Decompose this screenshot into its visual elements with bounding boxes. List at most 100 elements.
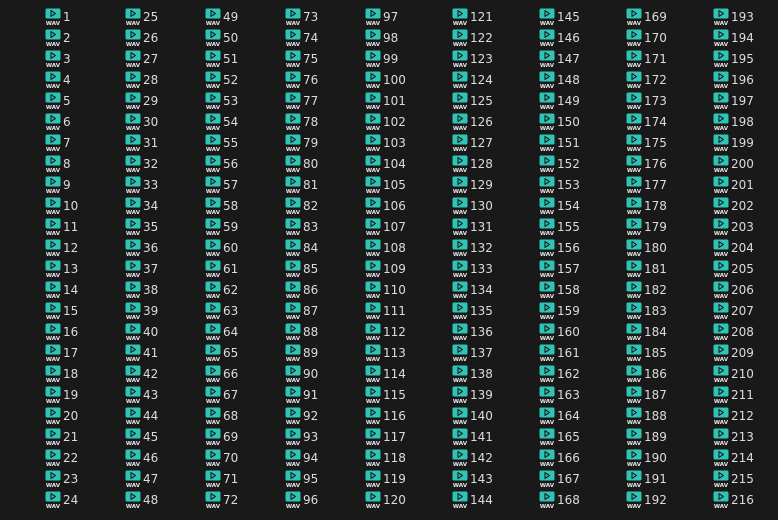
file-item[interactable]: WAV 152 (539, 154, 580, 174)
file-item[interactable]: WAV 81 (285, 175, 318, 195)
file-item[interactable]: WAV 53 (205, 91, 238, 111)
file-item[interactable]: WAV 116 (365, 406, 406, 426)
file-item[interactable]: WAV 18 (45, 364, 78, 384)
file-item[interactable]: WAV 2 (45, 28, 71, 48)
file-item[interactable]: WAV 210 (713, 364, 754, 384)
file-item[interactable]: WAV 145 (539, 7, 580, 27)
file-item[interactable]: WAV 173 (626, 91, 667, 111)
file-item[interactable]: WAV 176 (626, 154, 667, 174)
file-item[interactable]: WAV 149 (539, 91, 580, 111)
file-item[interactable]: WAV 76 (285, 70, 318, 90)
file-item[interactable]: WAV 122 (452, 28, 493, 48)
file-item[interactable]: WAV 118 (365, 448, 406, 468)
file-item[interactable]: WAV 192 (626, 490, 667, 510)
file-item[interactable]: WAV 105 (365, 175, 406, 195)
file-item[interactable]: WAV 28 (125, 70, 158, 90)
file-item[interactable]: WAV 50 (205, 28, 238, 48)
file-item[interactable]: WAV 130 (452, 196, 493, 216)
file-item[interactable]: WAV 85 (285, 259, 318, 279)
file-item[interactable]: WAV 10 (45, 196, 78, 216)
file-item[interactable]: WAV 89 (285, 343, 318, 363)
file-item[interactable]: WAV 182 (626, 280, 667, 300)
file-item[interactable]: WAV 68 (205, 406, 238, 426)
file-item[interactable]: WAV 185 (626, 343, 667, 363)
file-item[interactable]: WAV 206 (713, 280, 754, 300)
file-item[interactable]: WAV 21 (45, 427, 78, 447)
file-item[interactable]: WAV 174 (626, 112, 667, 132)
file-item[interactable]: WAV 190 (626, 448, 667, 468)
file-item[interactable]: WAV 201 (713, 175, 754, 195)
file-item[interactable]: WAV 82 (285, 196, 318, 216)
file-item[interactable]: WAV 6 (45, 112, 71, 132)
file-item[interactable]: WAV 63 (205, 301, 238, 321)
file-item[interactable]: WAV 98 (365, 28, 398, 48)
file-item[interactable]: WAV 148 (539, 70, 580, 90)
file-item[interactable]: WAV 123 (452, 49, 493, 69)
file-item[interactable]: WAV 135 (452, 301, 493, 321)
file-item[interactable]: WAV 42 (125, 364, 158, 384)
file-item[interactable]: WAV 191 (626, 469, 667, 489)
file-item[interactable]: WAV 198 (713, 112, 754, 132)
file-item[interactable]: WAV 112 (365, 322, 406, 342)
file-item[interactable]: WAV 159 (539, 301, 580, 321)
file-item[interactable]: WAV 151 (539, 133, 580, 153)
file-item[interactable]: WAV 9 (45, 175, 71, 195)
file-item[interactable]: WAV 70 (205, 448, 238, 468)
file-item[interactable]: WAV 74 (285, 28, 318, 48)
file-item[interactable]: WAV 61 (205, 259, 238, 279)
file-item[interactable]: WAV 103 (365, 133, 406, 153)
file-item[interactable]: WAV 90 (285, 364, 318, 384)
file-item[interactable]: WAV 92 (285, 406, 318, 426)
file-item[interactable]: WAV 156 (539, 238, 580, 258)
file-item[interactable]: WAV 213 (713, 427, 754, 447)
file-item[interactable]: WAV 3 (45, 49, 71, 69)
file-item[interactable]: WAV 204 (713, 238, 754, 258)
file-item[interactable]: WAV 72 (205, 490, 238, 510)
file-item[interactable]: WAV 71 (205, 469, 238, 489)
file-item[interactable]: WAV 31 (125, 133, 158, 153)
file-item[interactable]: WAV 162 (539, 364, 580, 384)
file-item[interactable]: WAV 35 (125, 217, 158, 237)
file-item[interactable]: WAV 60 (205, 238, 238, 258)
file-item[interactable]: WAV 7 (45, 133, 71, 153)
file-item[interactable]: WAV 120 (365, 490, 406, 510)
file-item[interactable]: WAV 180 (626, 238, 667, 258)
file-item[interactable]: WAV 202 (713, 196, 754, 216)
file-item[interactable]: WAV 30 (125, 112, 158, 132)
file-item[interactable]: WAV 138 (452, 364, 493, 384)
file-item[interactable]: WAV 115 (365, 385, 406, 405)
file-item[interactable]: WAV 166 (539, 448, 580, 468)
file-item[interactable]: WAV 26 (125, 28, 158, 48)
file-item[interactable]: WAV 181 (626, 259, 667, 279)
file-item[interactable]: WAV 4 (45, 70, 71, 90)
file-item[interactable]: WAV 77 (285, 91, 318, 111)
file-item[interactable]: WAV 131 (452, 217, 493, 237)
file-item[interactable]: WAV 99 (365, 49, 398, 69)
file-item[interactable]: WAV 171 (626, 49, 667, 69)
file-item[interactable]: WAV 57 (205, 175, 238, 195)
file-item[interactable]: WAV 67 (205, 385, 238, 405)
file-item[interactable]: WAV 165 (539, 427, 580, 447)
file-item[interactable]: WAV 175 (626, 133, 667, 153)
file-item[interactable]: WAV 29 (125, 91, 158, 111)
file-item[interactable]: WAV 1 (45, 7, 71, 27)
file-item[interactable]: WAV 80 (285, 154, 318, 174)
file-item[interactable]: WAV 56 (205, 154, 238, 174)
file-item[interactable]: WAV 54 (205, 112, 238, 132)
file-item[interactable]: WAV 195 (713, 49, 754, 69)
file-item[interactable]: WAV 134 (452, 280, 493, 300)
file-item[interactable]: WAV 114 (365, 364, 406, 384)
file-item[interactable]: WAV 160 (539, 322, 580, 342)
file-item[interactable]: WAV 96 (285, 490, 318, 510)
file-item[interactable]: WAV 97 (365, 7, 398, 27)
file-item[interactable]: WAV 139 (452, 385, 493, 405)
file-item[interactable]: WAV 58 (205, 196, 238, 216)
file-item[interactable]: WAV 25 (125, 7, 158, 27)
file-item[interactable]: WAV 49 (205, 7, 238, 27)
file-item[interactable]: WAV 107 (365, 217, 406, 237)
file-item[interactable]: WAV 101 (365, 91, 406, 111)
file-item[interactable]: WAV 136 (452, 322, 493, 342)
file-item[interactable]: WAV 51 (205, 49, 238, 69)
file-item[interactable]: WAV 187 (626, 385, 667, 405)
file-item[interactable]: WAV 91 (285, 385, 318, 405)
